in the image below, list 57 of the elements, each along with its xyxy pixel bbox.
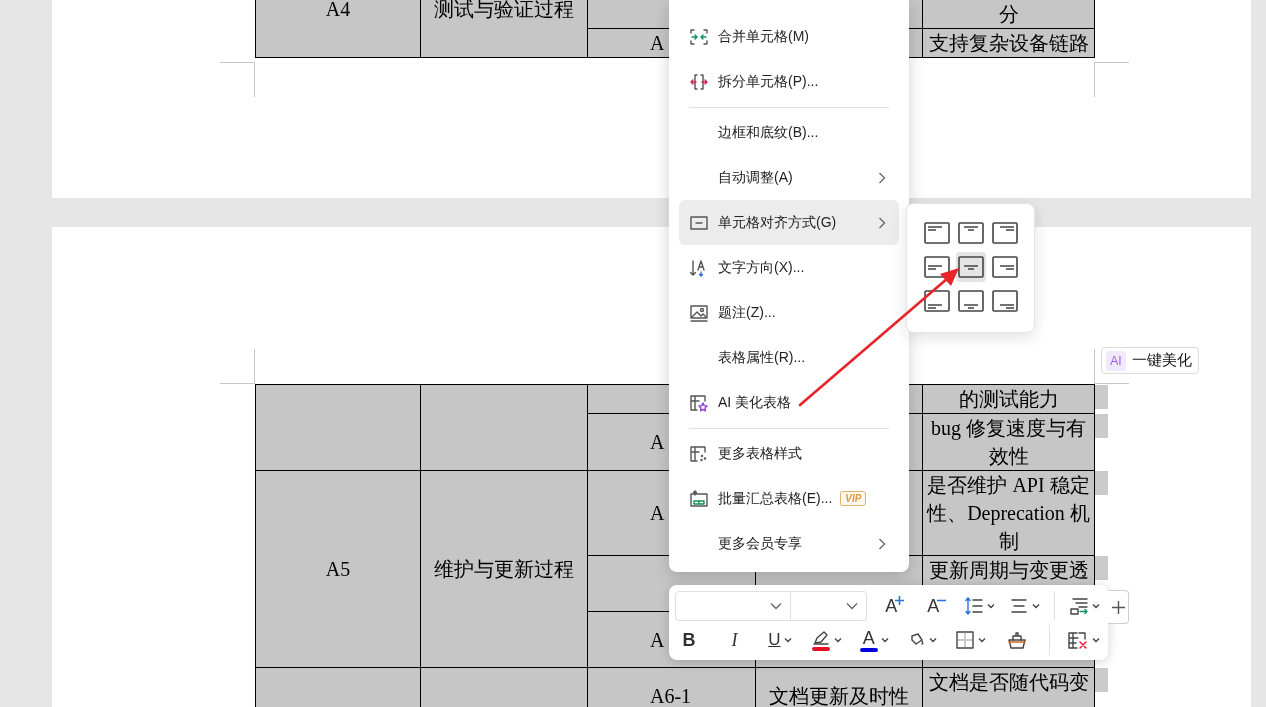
table-cell: A6-1: [587, 667, 756, 707]
font-color-button[interactable]: A: [859, 626, 889, 654]
margin-corner-mark: [220, 349, 255, 384]
beautify-button[interactable]: AI 一键美化: [1101, 347, 1199, 374]
align-icon: [992, 290, 1018, 312]
menu-item[interactable]: 题注(Z)...: [679, 290, 899, 335]
grow-font-button[interactable]: A: [880, 592, 909, 620]
table-cell: 支持复杂设备链路: [922, 28, 1095, 58]
table-cell: 是否维护 API 稳定性、Deprecation 机制: [922, 470, 1095, 556]
menu-item[interactable]: 自动调整(A): [679, 155, 899, 200]
vip-badge: VIP: [840, 491, 867, 506]
table-cell: 文档是否随代码变: [922, 667, 1095, 707]
menu-item[interactable]: 拆分单元格(P)...: [679, 59, 899, 104]
table-export-icon: [689, 488, 709, 509]
align-icon: [958, 290, 984, 312]
plus-icon: [1111, 600, 1125, 614]
font-name-field[interactable]: [675, 591, 791, 621]
borders-icon: [954, 630, 975, 650]
font-size-field[interactable]: [791, 591, 867, 621]
italic-button[interactable]: I: [720, 626, 749, 654]
split-cells-icon: [689, 71, 709, 92]
table-cell: 分: [922, 0, 1095, 29]
plus-icon: [895, 596, 905, 605]
align-icon: [992, 222, 1018, 244]
align-lines-icon: [1009, 596, 1030, 616]
underline-button[interactable]: U: [765, 626, 794, 654]
align-option[interactable]: [956, 252, 986, 282]
menu-item[interactable]: 文字方向(X)...: [679, 245, 899, 290]
bold-button[interactable]: B: [675, 626, 703, 654]
menu-item[interactable]: 表格属性(R)...: [679, 335, 899, 380]
align-icon: [958, 222, 984, 244]
align-icon: [924, 222, 950, 244]
table-cell: 文档更新及时性: [755, 667, 923, 707]
table-sparkle-icon: [689, 392, 709, 413]
menu-item[interactable]: 边框和底纹(B)...: [679, 110, 899, 155]
align-icon: [924, 290, 950, 312]
table-styles-icon: [689, 443, 709, 464]
line-spacing-icon: [964, 596, 985, 616]
merge-cells-icon: [689, 26, 709, 47]
table-cell: A5: [255, 470, 421, 668]
margin-corner-mark: [1094, 62, 1129, 97]
table-cell: 的测试能力: [922, 384, 1095, 414]
add-button[interactable]: [1108, 590, 1129, 624]
align-icon: [924, 256, 950, 278]
picture-icon: [689, 302, 709, 323]
menu-item[interactable]: 单元格对齐方式(G): [679, 200, 899, 245]
pen-icon: [811, 629, 832, 646]
text-wrap-icon: [1068, 596, 1089, 616]
table-cell: bug 修复速度与有效性: [922, 413, 1095, 471]
align-icon: [958, 256, 984, 278]
table-cell: 维护与更新过程: [420, 470, 588, 668]
chevron-down-icon: [846, 602, 858, 610]
margin-corner-mark: [220, 62, 255, 97]
table-cell: A4: [255, 0, 421, 58]
chevron-down-icon: [770, 602, 782, 610]
delete-table-icon: [1066, 630, 1089, 650]
align-icon: [992, 256, 1018, 278]
